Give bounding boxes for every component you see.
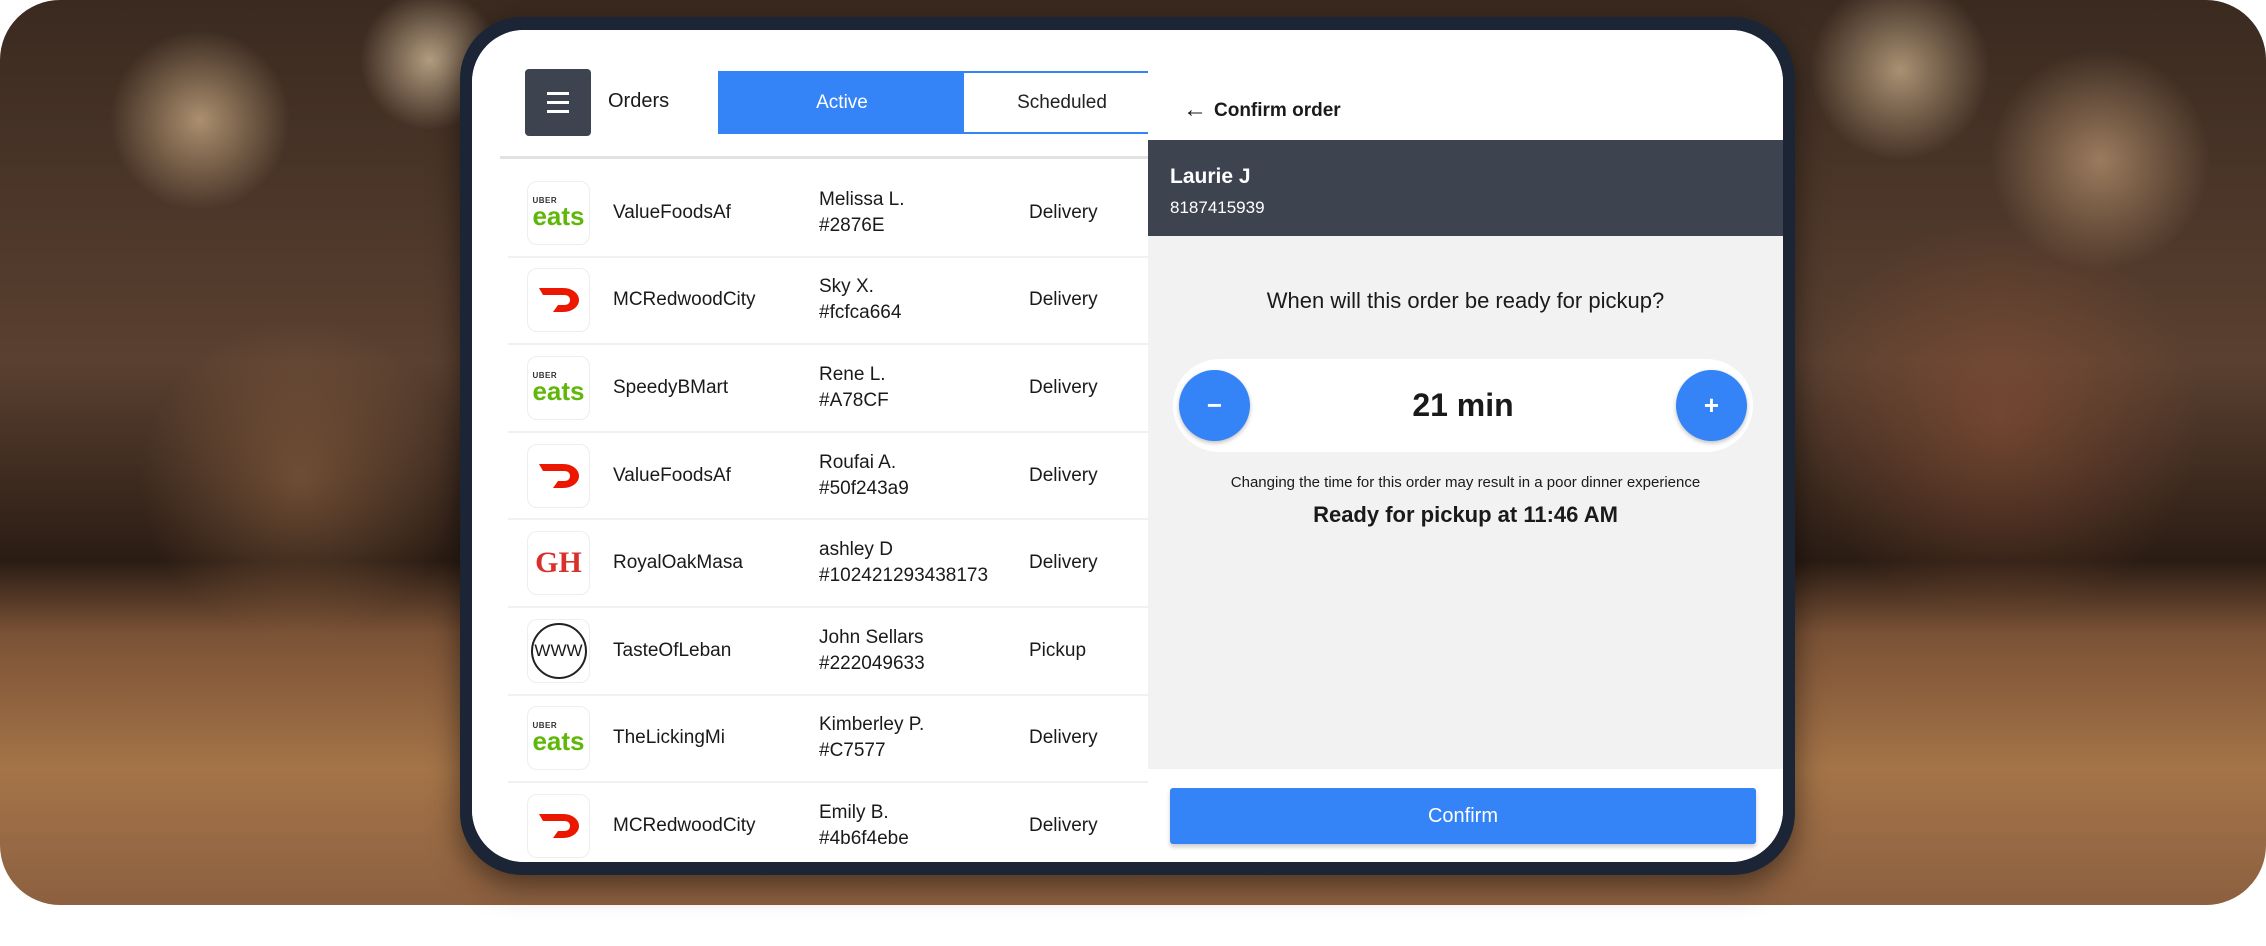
customer-name: ashley D bbox=[819, 539, 893, 561]
customer-name: Kimberley P. bbox=[819, 714, 925, 736]
logo-mark: UBER eats bbox=[532, 196, 585, 231]
panel-title: Confirm order bbox=[1214, 100, 1341, 121]
customer-name: Laurie J bbox=[1170, 165, 1251, 188]
uber-eats-logo-icon: UBER eats bbox=[527, 706, 590, 771]
logo-mark: WWW bbox=[534, 640, 583, 660]
logo-mark: eats bbox=[532, 726, 585, 757]
logo-mark bbox=[538, 813, 579, 838]
order-row[interactable]: ValueFoodsAf Roufai A. #50f243a9 Delivery bbox=[508, 433, 1148, 521]
customer-info: John Sellars #222049633 bbox=[819, 625, 925, 677]
doordash-logo-icon bbox=[527, 268, 590, 333]
customer-phone: 8187415939 bbox=[1170, 198, 1265, 217]
confirm-button[interactable]: Confirm bbox=[1170, 788, 1756, 844]
uber-eats-logo-icon: UBER eats bbox=[527, 180, 590, 245]
doordash-logo-icon bbox=[527, 443, 590, 508]
restaurant-name: SpeedyBMart bbox=[613, 376, 729, 398]
customer-name: Roufai A. bbox=[819, 451, 897, 473]
restaurant-name: ValueFoodsAf bbox=[613, 464, 731, 486]
logo-mark bbox=[538, 288, 579, 313]
order-row[interactable]: MCRedwoodCity Sky X. #fcfca664 Delivery bbox=[508, 258, 1148, 346]
pickup-question: When will this order be ready for pickup… bbox=[1266, 288, 1665, 313]
order-id: #2876E bbox=[819, 214, 885, 236]
pickup-time-section: When will this order be ready for pickup… bbox=[1148, 236, 1783, 769]
time-stepper: − 21 min + bbox=[1173, 359, 1753, 452]
logo-mark: eats bbox=[532, 375, 585, 406]
web-globe-icon: WWW bbox=[527, 618, 590, 683]
order-id: #102421293438173 bbox=[819, 565, 989, 587]
customer-info: Rene L. #A78CF bbox=[819, 362, 889, 414]
order-type: Delivery bbox=[1029, 289, 1098, 311]
ready-time: Ready for pickup at 11:46 AM bbox=[1313, 502, 1618, 527]
order-id: #50f243a9 bbox=[819, 477, 909, 499]
decrease-time-button[interactable]: − bbox=[1179, 370, 1250, 441]
logo-mark bbox=[538, 463, 579, 488]
logo-mark: UBER eats bbox=[532, 371, 585, 406]
order-row[interactable]: WWW TasteOfLeban John Sellars #222049633 Pic… bbox=[508, 608, 1148, 696]
restaurant-name: TasteOfLeban bbox=[613, 639, 732, 661]
customer-name: Sky X. bbox=[819, 276, 874, 298]
logo-mark: eats bbox=[532, 200, 585, 231]
divider bbox=[500, 156, 1148, 159]
logo-mark bbox=[538, 813, 579, 838]
customer-info: ashley D #102421293438173 bbox=[819, 537, 988, 589]
order-id: #fcfca664 bbox=[819, 302, 902, 324]
order-id: #C7577 bbox=[819, 740, 886, 762]
restaurant-name: ValueFoodsAf bbox=[613, 201, 731, 223]
tablet-frame: Orders Active Scheduled UBER eats ValueFoo… bbox=[460, 17, 1795, 875]
customer-info: Laurie J 8187415939 bbox=[1148, 140, 1783, 236]
customer-name: John Sellars bbox=[819, 626, 924, 648]
customer-name: Rene L. bbox=[819, 363, 886, 385]
page-title: Orders bbox=[608, 90, 670, 112]
order-tabs: Active Scheduled bbox=[718, 71, 1160, 134]
order-row[interactable]: GH RoyalOakMasa ashley D #102421293438173 De… bbox=[508, 520, 1148, 608]
customer-info: Melissa L. #2876E bbox=[819, 187, 905, 239]
grubhub-logo-icon: GH bbox=[527, 531, 590, 596]
restaurant-name: MCRedwoodCity bbox=[613, 814, 756, 836]
order-id: #4b6f4ebe bbox=[819, 827, 909, 849]
time-value: 21 min bbox=[1412, 387, 1514, 423]
order-id: #A78CF bbox=[819, 389, 889, 411]
order-type: Delivery bbox=[1029, 376, 1098, 398]
logo-mark: UBER eats bbox=[532, 722, 585, 757]
hamburger-icon[interactable] bbox=[525, 69, 591, 136]
tab-active[interactable]: Active bbox=[720, 73, 964, 132]
logo-mark: GH bbox=[535, 546, 582, 580]
tablet-screen: Orders Active Scheduled UBER eats ValueFoo… bbox=[472, 30, 1783, 862]
order-row[interactable]: UBER eats SpeedyBMart Rene L. #A78CF Delivery bbox=[508, 345, 1148, 433]
orders-pane: Orders Active Scheduled UBER eats ValueFoo… bbox=[472, 30, 1160, 862]
order-row[interactable]: UBER eats TheLickingMi Kimberley P. #C7577 De… bbox=[508, 696, 1148, 784]
order-id: #222049633 bbox=[819, 652, 925, 674]
doordash-logo-icon bbox=[527, 793, 590, 858]
logo-mark bbox=[538, 288, 579, 313]
customer-info: Kimberley P. #C7577 bbox=[819, 712, 924, 764]
customer-info: Roufai A. #50f243a9 bbox=[819, 450, 909, 502]
order-row[interactable]: MCRedwoodCity Emily B. #4b6f4ebe Delivery bbox=[508, 783, 1148, 862]
order-type: Pickup bbox=[1029, 639, 1087, 661]
uber-eats-logo-icon: UBER eats bbox=[527, 355, 590, 420]
customer-name: Melissa L. bbox=[819, 188, 905, 210]
order-type: Delivery bbox=[1029, 464, 1098, 486]
confirm-order-panel: ← Confirm order Laurie J 8187415939 When… bbox=[1148, 30, 1783, 862]
order-row[interactable]: UBER eats ValueFoodsAf Melissa L. #2876E Deli… bbox=[508, 170, 1148, 258]
tab-scheduled[interactable]: Scheduled bbox=[964, 73, 1160, 132]
restaurant-name: MCRedwoodCity bbox=[613, 289, 756, 311]
logo-mark bbox=[538, 463, 579, 488]
back-arrow-icon[interactable]: ← bbox=[1183, 96, 1207, 124]
time-change-warning: Changing the time for this order may res… bbox=[1230, 474, 1701, 491]
order-type: Delivery bbox=[1029, 727, 1098, 749]
restaurant-name: TheLickingMi bbox=[613, 727, 725, 749]
customer-info: Emily B. #4b6f4ebe bbox=[819, 800, 909, 852]
order-type: Delivery bbox=[1029, 201, 1098, 223]
order-list: UBER eats ValueFoodsAf Melissa L. #2876E Deli… bbox=[508, 170, 1148, 862]
increase-time-button[interactable]: + bbox=[1676, 370, 1747, 441]
logo-mark: WWW bbox=[530, 622, 587, 679]
order-type: Delivery bbox=[1029, 814, 1098, 836]
customer-info: Sky X. #fcfca664 bbox=[819, 274, 901, 326]
restaurant-name: RoyalOakMasa bbox=[613, 552, 743, 574]
order-type: Delivery bbox=[1029, 552, 1098, 574]
customer-name: Emily B. bbox=[819, 801, 889, 823]
